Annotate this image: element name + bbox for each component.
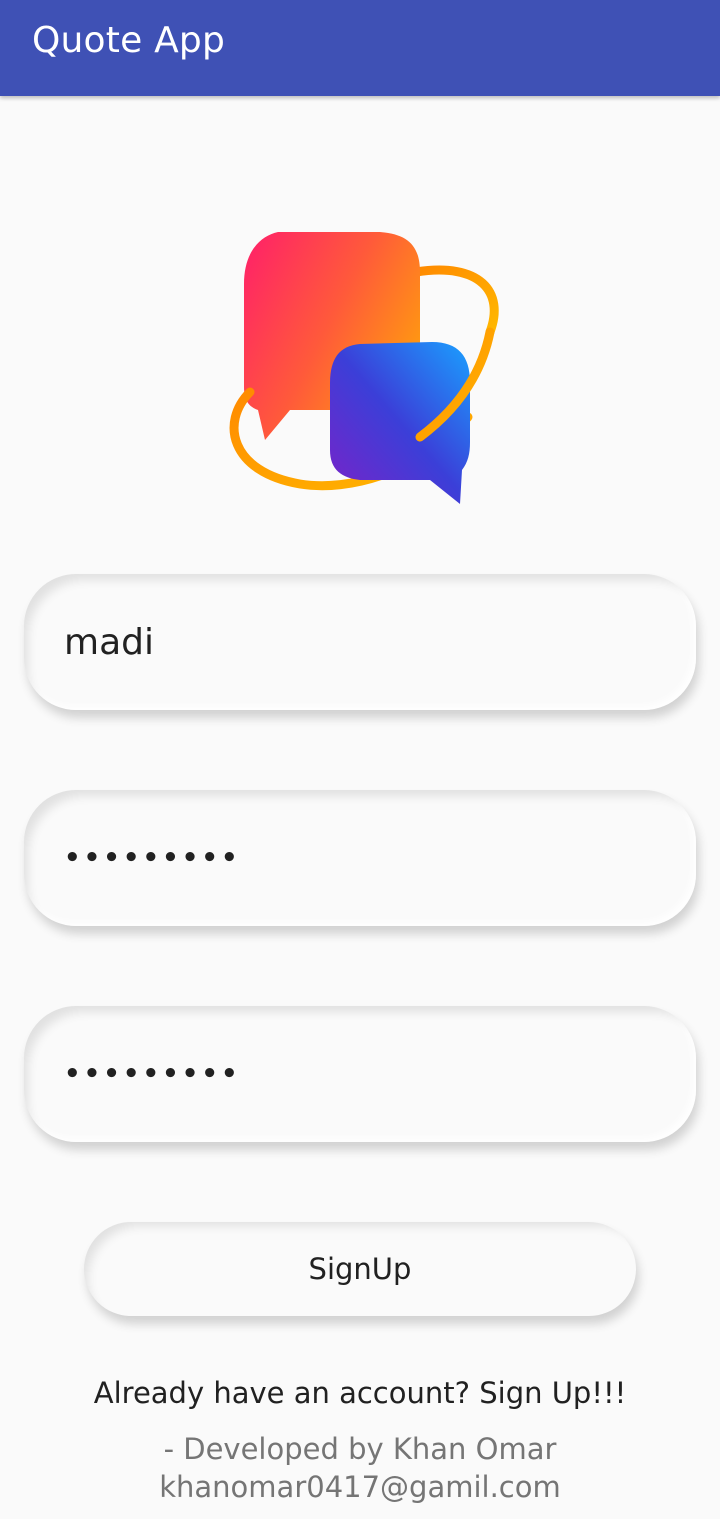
app-title: Quote App <box>32 20 226 61</box>
chat-bubbles-logo-icon <box>229 232 499 504</box>
confirm-password-field[interactable] <box>24 1006 696 1142</box>
confirm-password-input[interactable] <box>64 1046 664 1102</box>
password-field[interactable] <box>24 790 696 926</box>
username-field[interactable] <box>24 574 696 710</box>
password-input[interactable] <box>64 830 664 886</box>
signup-button[interactable]: SignUp <box>84 1222 636 1316</box>
developer-email: khanomar0417@gamil.com <box>159 1470 561 1504</box>
app-bar: Quote App <box>0 0 720 96</box>
developer-credit: - Developed by Khan Omar <box>163 1432 557 1466</box>
sign-in-link[interactable]: Already have an account? Sign Up!!! <box>0 1376 720 1410</box>
username-input[interactable] <box>64 614 664 670</box>
